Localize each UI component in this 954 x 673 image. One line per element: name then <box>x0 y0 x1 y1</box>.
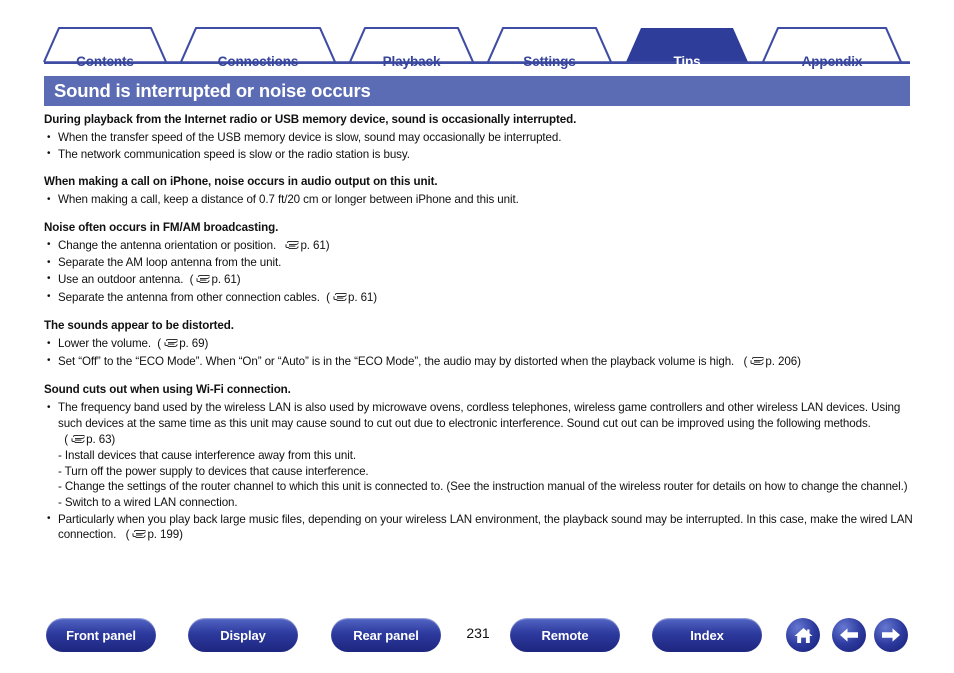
tab-tips[interactable]: Tips <box>626 54 748 69</box>
arrow-left-icon <box>838 627 860 643</box>
page-reference-text: p. 206 <box>765 354 798 368</box>
page-reference-link[interactable]: p. 61) <box>279 238 330 255</box>
rear-panel-button[interactable]: Rear panel <box>331 618 441 652</box>
list-item: Particularly when you play back large mu… <box>44 511 924 544</box>
page-reference-text: p. 61 <box>347 290 374 304</box>
page-reference-link[interactable]: ( p. 63) <box>58 433 115 446</box>
section-heading: Noise often occurs in FM/AM broadcasting… <box>44 220 279 234</box>
list-item-text: Change the antenna orientation or positi… <box>58 238 277 252</box>
page-reference-text: p. 199 <box>147 528 180 542</box>
page-title: Sound is interrupted or noise occurs <box>54 80 371 101</box>
footer-navigation: Front panel Display Rear panel 231 Remot… <box>0 618 954 658</box>
list-item: Change the antenna orientation or positi… <box>44 237 924 255</box>
list-item-text: The frequency band used by the wireless … <box>58 401 901 430</box>
pointing-hand-icon <box>196 273 211 289</box>
sub-list-item: - Switch to a wired LAN connection. <box>58 495 238 509</box>
section-sounds-distorted: The sounds appear to be distorted. Lower… <box>44 318 924 370</box>
section-heading: When making a call on iPhone, noise occu… <box>44 175 438 189</box>
index-button[interactable]: Index <box>652 618 762 652</box>
pointing-hand-icon <box>750 355 765 371</box>
tab-connections[interactable]: Connections <box>181 54 335 69</box>
pointing-hand-icon <box>333 291 347 307</box>
sub-list-item: - Change the settings of the router chan… <box>58 480 908 494</box>
section-internet-radio: During playback from the Internet radio … <box>44 112 924 162</box>
list-item-text: The network communication speed is slow … <box>58 147 410 161</box>
list-item-text: Set “Off” to the “ECO Mode”. When “On” o… <box>58 354 735 368</box>
list-item: When making a call, keep a distance of 0… <box>44 192 924 208</box>
home-icon <box>793 626 814 645</box>
list-item: The frequency band used by the wireless … <box>44 400 924 510</box>
section-bullet-list: The frequency band used by the wireless … <box>44 400 924 543</box>
section-bullet-list: Change the antenna orientation or positi… <box>44 237 924 307</box>
remote-button[interactable]: Remote <box>510 618 620 652</box>
section-heading: The sounds appear to be distorted. <box>44 319 234 333</box>
section-fm-am-noise: Noise often occurs in FM/AM broadcasting… <box>44 220 924 306</box>
pointing-hand-icon <box>132 528 147 544</box>
sub-list-item: - Install devices that cause interferenc… <box>58 449 356 463</box>
list-item: Lower the volume. ( p. 69) <box>44 336 924 353</box>
page-reference-text: p. 61 <box>211 272 237 286</box>
section-iphone-call: When making a call on iPhone, noise occu… <box>44 174 924 208</box>
list-item: Use an outdoor antenna. ( p. 61) <box>44 271 924 289</box>
list-item: The network communication speed is slow … <box>44 146 924 163</box>
list-item-text: When making a call, keep a distance of 0… <box>58 193 519 207</box>
section-bullet-list: When making a call, keep a distance of 0… <box>44 192 924 208</box>
page-content: During playback from the Internet radio … <box>44 112 924 545</box>
section-bullet-list: When the transfer speed of the USB memor… <box>44 130 924 162</box>
sub-list-item: - Turn off the power supply to devices t… <box>58 464 369 478</box>
page-title-bar: Sound is interrupted or noise occurs <box>44 76 910 106</box>
back-button[interactable] <box>832 618 866 652</box>
list-item-text: Lower the volume. <box>58 337 152 351</box>
section-heading: Sound cuts out when using Wi-Fi connecti… <box>44 383 291 397</box>
page-reference-text: p. 69 <box>179 337 205 351</box>
list-item-text: Particularly when you play back large mu… <box>58 512 913 542</box>
list-item: Set “Off” to the “ECO Mode”. When “On” o… <box>44 353 924 371</box>
section-heading: During playback from the Internet radio … <box>44 113 577 126</box>
list-item-text: Use an outdoor antenna. <box>58 272 184 286</box>
page-reference-text: p. 63 <box>86 432 112 446</box>
forward-button[interactable] <box>874 618 908 652</box>
list-item-text: Separate the AM loop antenna from the un… <box>58 256 282 270</box>
pointing-hand-icon <box>71 433 85 449</box>
page-reference-link[interactable]: ( p. 206) <box>737 355 801 368</box>
tab-settings[interactable]: Settings <box>488 54 611 69</box>
list-item: When the transfer speed of the USB memor… <box>44 130 924 146</box>
home-icon-button[interactable] <box>786 618 820 652</box>
tab-appendix[interactable]: Appendix <box>763 54 901 69</box>
arrow-right-icon <box>880 627 902 643</box>
pointing-hand-icon <box>164 337 179 353</box>
section-bullet-list: Lower the volume. ( p. 69) Set “Off” to … <box>44 336 924 370</box>
page-number: 231 <box>466 625 490 641</box>
page-reference-text: p. 61 <box>300 238 326 252</box>
page-reference-link[interactable]: ( p. 199) <box>119 528 183 541</box>
tab-playback[interactable]: Playback <box>350 54 473 69</box>
tab-bar: Contents Connections Playback Settings T… <box>0 22 954 69</box>
page-reference-link[interactable]: ( p. 61) <box>186 272 241 289</box>
display-button[interactable]: Display <box>188 618 298 652</box>
front-panel-button[interactable]: Front panel <box>46 618 156 652</box>
list-item: Separate the antenna from other connecti… <box>44 289 924 307</box>
list-item-text: Separate the antenna from other connecti… <box>58 290 320 304</box>
page-reference-link[interactable]: ( p. 69) <box>154 337 208 350</box>
tab-contents[interactable]: Contents <box>44 54 166 69</box>
page-reference-link[interactable]: ( p. 61) <box>323 291 377 304</box>
section-wifi-cutout: Sound cuts out when using Wi-Fi connecti… <box>44 382 924 543</box>
pointing-hand-icon <box>285 239 300 255</box>
list-item-text: When the transfer speed of the USB memor… <box>58 131 562 144</box>
list-item: Separate the AM loop antenna from the un… <box>44 255 924 271</box>
